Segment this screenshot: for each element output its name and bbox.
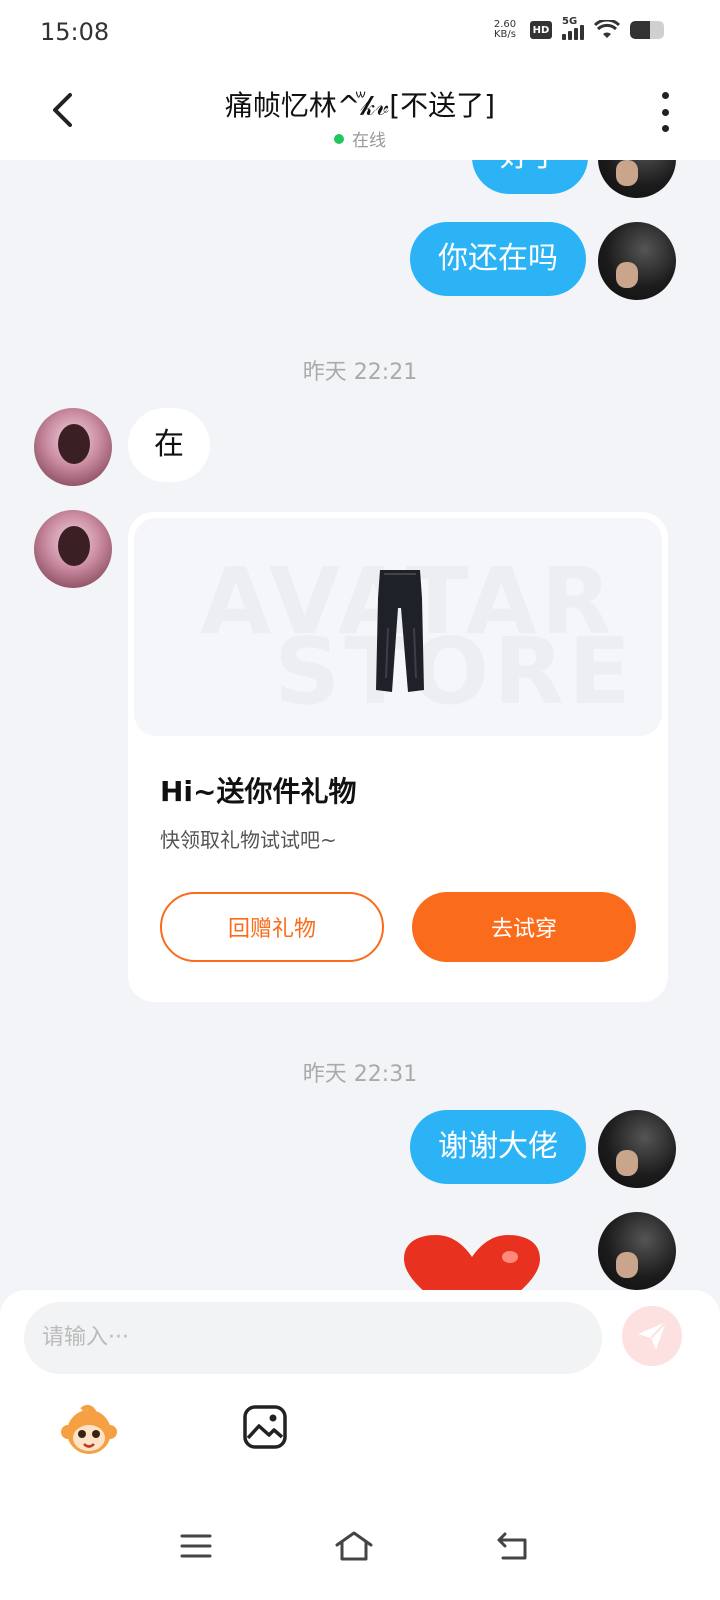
chevron-left-icon [53, 93, 72, 127]
send-icon [638, 1321, 667, 1350]
gift-title: Hi~送你件礼物 [160, 775, 357, 808]
gift-card[interactable]: AVATAR STORE Hi~送你件礼物 快领取礼物试试吧~ 回赠礼物 去试穿 [128, 512, 668, 1002]
message-bubble-out[interactable]: 好了 [472, 160, 588, 194]
nav-menu-button[interactable] [174, 1524, 218, 1568]
gift-subtitle: 快领取礼物试试吧~ [160, 828, 337, 852]
message-timestamp: 昨天 22:31 [302, 1062, 418, 1087]
back-icon [497, 1532, 527, 1560]
home-icon [335, 1531, 373, 1561]
image-picker-button[interactable] [242, 1404, 288, 1450]
online-dot-icon [334, 133, 344, 144]
network-speed: 2.60 KB/s [490, 20, 520, 40]
sticker-button[interactable] [60, 1402, 118, 1460]
message-bubble-out[interactable]: 你还在吗 [410, 222, 586, 296]
status-icons: 2.60 KB/s HD 5G [490, 16, 664, 40]
chat-header: 痛帧忆林^ꙻ𝓀𝓋[不送了] 在线 [0, 64, 720, 160]
try-on-button[interactable]: 去试穿 [412, 892, 636, 962]
avatar-self[interactable] [598, 160, 676, 198]
image-icon [243, 1405, 287, 1449]
avatar-contact[interactable] [34, 408, 112, 486]
message-timestamp: 昨天 22:21 [302, 360, 418, 385]
menu-icon [180, 1534, 212, 1558]
online-status-label: 在线 [352, 131, 386, 151]
message-bubble-out[interactable]: 谢谢大佬 [410, 1110, 586, 1184]
network-type-label: 5G [562, 16, 578, 27]
watermark-text: STORE [274, 618, 635, 725]
online-status: 在线 [0, 126, 720, 151]
system-nav-bar [0, 1500, 720, 1600]
gift-image[interactable]: AVATAR STORE [134, 518, 662, 736]
status-time: 15:08 [40, 18, 110, 46]
avatar-self[interactable] [598, 1110, 676, 1188]
nav-back-button[interactable] [490, 1524, 534, 1568]
network-speed-unit: KB/s [494, 29, 516, 40]
hd-badge: HD [530, 21, 552, 39]
monkey-mascot-icon [61, 1404, 117, 1454]
status-bar: 15:08 2.60 KB/s HD 5G [0, 0, 720, 64]
chat-title: 痛帧忆林^ꙻ𝓀𝓋[不送了] [224, 89, 496, 122]
avatar-contact[interactable] [34, 510, 112, 588]
wifi-icon [594, 20, 620, 38]
message-list[interactable]: 好了 你还在吗 昨天 22:21 在 AVATAR STORE Hi~送你件礼物… [0, 160, 720, 1290]
battery-level [630, 21, 651, 39]
message-input[interactable]: 请输入··· [24, 1302, 602, 1374]
signal-icon: 5G [562, 16, 584, 40]
avatar-self[interactable] [598, 1212, 676, 1290]
nav-home-button[interactable] [332, 1524, 376, 1568]
battery-icon [630, 21, 664, 39]
avatar-self[interactable] [598, 222, 676, 300]
heart-sticker[interactable] [402, 1235, 542, 1290]
pants-icon [376, 570, 424, 692]
more-vertical-icon [661, 92, 669, 99]
return-gift-button[interactable]: 回赠礼物 [160, 892, 384, 962]
message-bubble-in[interactable]: 在 [128, 408, 210, 482]
send-button[interactable] [622, 1306, 682, 1366]
more-options-button[interactable] [650, 92, 680, 132]
